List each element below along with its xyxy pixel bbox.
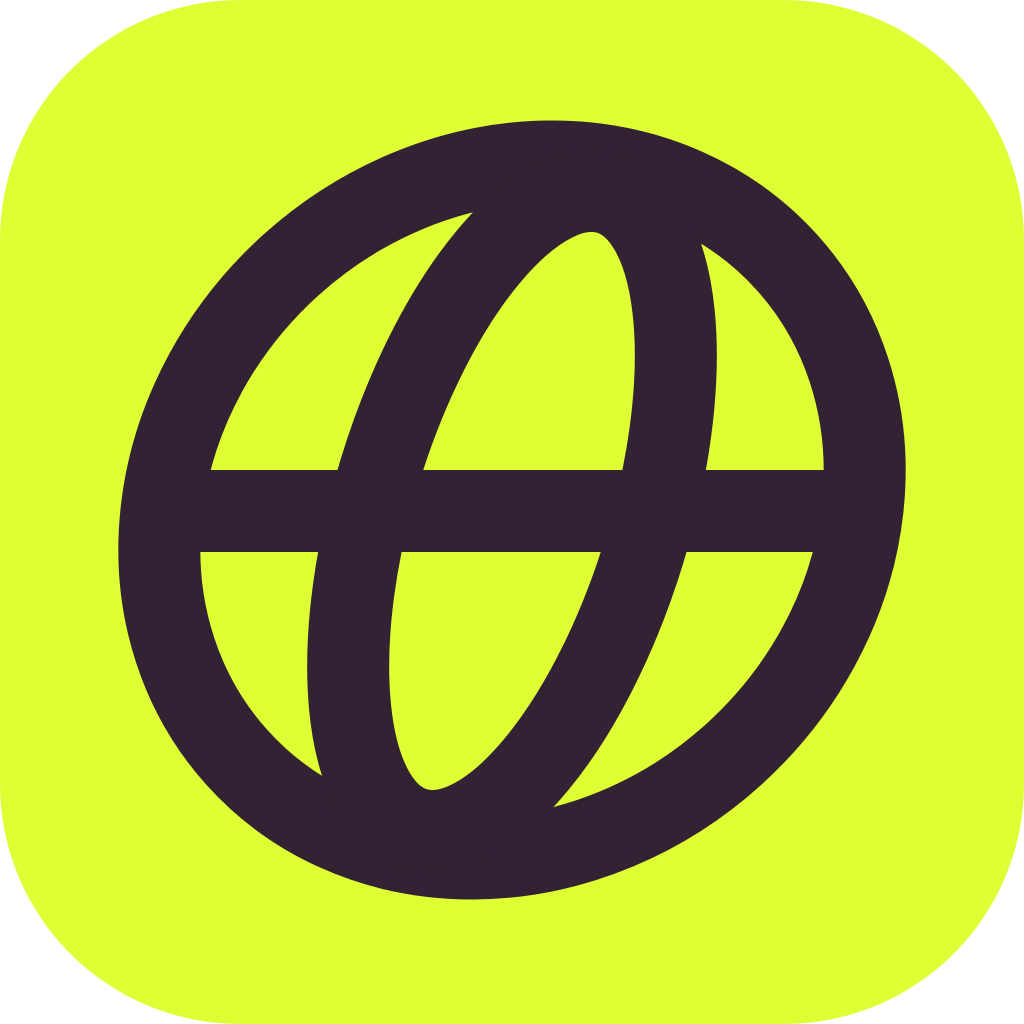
globe-equator bbox=[190, 470, 840, 552]
app-icon[interactable] bbox=[0, 0, 1024, 1024]
globe-icon bbox=[0, 0, 1024, 1024]
